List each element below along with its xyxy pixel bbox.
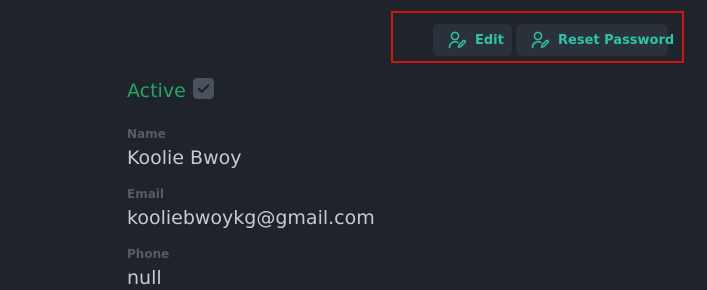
edit-button[interactable]: Edit	[433, 24, 512, 56]
active-checkbox[interactable]	[192, 77, 214, 99]
checkmark-icon	[197, 83, 210, 93]
user-actions: Edit Reset Password	[433, 24, 674, 56]
user-edit-icon	[530, 30, 550, 50]
name-label: Name	[127, 127, 166, 141]
email-field: Email kooliebwoykg@gmail.com	[127, 187, 375, 230]
edit-button-label: Edit	[475, 32, 504, 48]
phone-value: null	[127, 267, 162, 289]
reset-password-button-label: Reset Password	[558, 32, 675, 48]
name-field: Name Koolie Bwoy	[127, 127, 242, 170]
name-value: Koolie Bwoy	[127, 147, 242, 169]
phone-field: Phone null	[127, 247, 169, 290]
email-label: Email	[127, 187, 165, 201]
status-row: Active	[127, 77, 214, 102]
reset-password-button[interactable]: Reset Password	[516, 24, 674, 56]
user-edit-icon	[447, 30, 467, 50]
phone-label: Phone	[127, 247, 170, 261]
status-label: Active	[127, 80, 186, 102]
email-value: kooliebwoykg@gmail.com	[127, 207, 375, 229]
